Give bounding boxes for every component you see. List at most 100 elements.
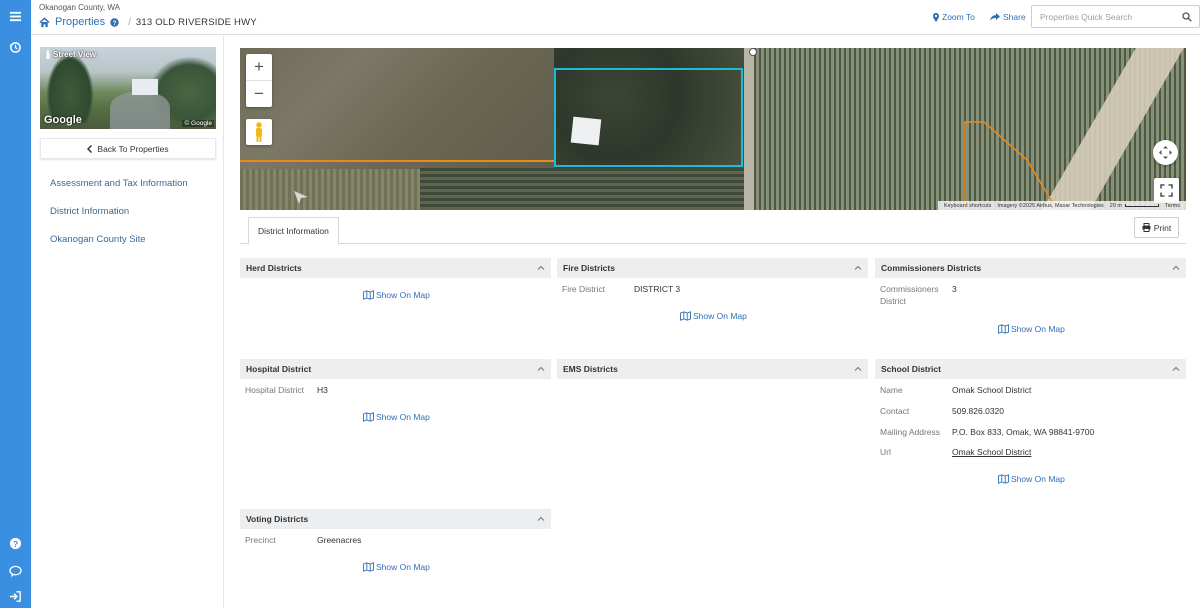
map-icon xyxy=(998,474,1009,484)
share-button[interactable]: Share xyxy=(990,12,1026,22)
show-on-map-button[interactable]: Show On Map xyxy=(363,290,430,300)
school-url-link[interactable]: Omak School District xyxy=(952,446,1031,458)
search-icon[interactable] xyxy=(1182,12,1192,22)
print-button[interactable]: Print xyxy=(1134,217,1179,238)
panel-title: Voting Districts xyxy=(246,514,309,524)
field-label: Url xyxy=(880,447,891,457)
pegman-button[interactable] xyxy=(246,119,272,145)
chevron-up-icon[interactable] xyxy=(537,515,545,523)
breadcrumb-properties[interactable]: Properties xyxy=(55,16,105,28)
left-rail: ? xyxy=(0,0,31,608)
sidebar: Street View Google © Google Back To Prop… xyxy=(31,36,224,608)
chevron-up-icon[interactable] xyxy=(1172,365,1180,373)
quick-search-input[interactable] xyxy=(1040,10,1170,24)
panel-title: Commissioners Districts xyxy=(881,263,982,273)
show-on-map-button[interactable]: Show On Map xyxy=(363,412,430,422)
nav-district-information[interactable]: District Information xyxy=(50,206,129,217)
menu-icon[interactable] xyxy=(0,5,31,27)
hospital-district-row: Hospital District H3 xyxy=(245,384,328,396)
zoom-in-button[interactable]: + xyxy=(246,54,272,80)
street-view-text: Street View xyxy=(53,50,96,59)
field-label: Hospital District xyxy=(245,385,305,395)
chevron-up-icon[interactable] xyxy=(1172,264,1180,272)
pegman-icon xyxy=(46,50,50,59)
zoom-to-button[interactable]: Zoom To xyxy=(933,12,975,22)
fullscreen-button[interactable] xyxy=(1154,178,1179,203)
history-icon[interactable] xyxy=(0,36,31,58)
field-value: Omak School District xyxy=(952,385,1032,395)
chat-icon[interactable] xyxy=(0,560,31,582)
chevron-up-icon[interactable] xyxy=(854,264,862,272)
rotate-map-button[interactable] xyxy=(1153,140,1178,165)
map-icon xyxy=(680,311,691,321)
field-value: Greenacres xyxy=(317,535,362,545)
voting-districts-panel: Voting Districts Precinct Greenacres Sho… xyxy=(240,509,551,589)
show-on-map-label: Show On Map xyxy=(376,562,430,572)
commissioners-districts-header[interactable]: Commissioners Districts xyxy=(875,258,1186,278)
ems-districts-header[interactable]: EMS Districts xyxy=(557,359,868,379)
header: Okanogan County, WA Properties ? / 313 O… xyxy=(31,0,1200,35)
map-pointer-marker xyxy=(294,191,308,204)
map-icon xyxy=(363,290,374,300)
show-on-map-label: Show On Map xyxy=(376,290,430,300)
show-on-map-label: Show On Map xyxy=(1011,474,1065,484)
map-pointer xyxy=(749,48,757,56)
school-district-header[interactable]: School District xyxy=(875,359,1186,379)
field-value: DISTRICT 3 xyxy=(634,284,681,294)
nav-assessment-tax[interactable]: Assessment and Tax Information xyxy=(50,178,188,189)
field-label: Fire District xyxy=(562,284,605,294)
breadcrumb-separator: / xyxy=(128,16,131,28)
field-value: 509.826.0320 xyxy=(952,406,1004,416)
scale-label: 20 m xyxy=(1109,202,1123,209)
show-on-map-button[interactable]: Show On Map xyxy=(998,474,1065,484)
map-marker-icon xyxy=(933,12,939,22)
chevron-up-icon[interactable] xyxy=(537,365,545,373)
share-label: Share xyxy=(1003,12,1026,22)
school-contact-row: Contact 509.826.0320 xyxy=(880,405,1004,417)
share-icon xyxy=(990,13,1000,21)
voting-districts-header[interactable]: Voting Districts xyxy=(240,509,551,529)
show-on-map-button[interactable]: Show On Map xyxy=(998,324,1065,334)
street-view-thumbnail[interactable]: Street View Google © Google xyxy=(40,47,216,129)
zoom-out-button[interactable]: − xyxy=(246,80,272,106)
scale-bar xyxy=(1125,204,1160,207)
map-scale[interactable]: 20 m xyxy=(1109,202,1160,209)
fire-districts-header[interactable]: Fire Districts xyxy=(557,258,868,278)
boundary-line xyxy=(240,160,554,162)
tab-bar: District Information Print xyxy=(240,216,1186,245)
show-on-map-button[interactable]: Show On Map xyxy=(680,311,747,321)
keyboard-shortcuts-link[interactable]: Keyboard shortcuts xyxy=(944,203,991,209)
tab-district-information[interactable]: District Information xyxy=(248,217,339,245)
chevron-up-icon[interactable] xyxy=(854,365,862,373)
hospital-district-panel: Hospital District Hospital District H3 S… xyxy=(240,359,551,439)
nav-okanogan-county-site[interactable]: Okanogan County Site xyxy=(50,234,146,245)
field-label: Commissioners District xyxy=(880,284,939,306)
hospital-district-header[interactable]: Hospital District xyxy=(240,359,551,379)
chevron-up-icon[interactable] xyxy=(537,264,545,272)
show-on-map-button[interactable]: Show On Map xyxy=(363,562,430,572)
herd-districts-header[interactable]: Herd Districts xyxy=(240,258,551,278)
fullscreen-icon xyxy=(1160,184,1173,197)
school-district-panel: School District Name Omak School Distric… xyxy=(875,359,1186,499)
google-logo: Google xyxy=(44,114,82,126)
home-icon[interactable] xyxy=(39,16,50,28)
terms-link[interactable]: Terms xyxy=(1165,203,1180,209)
field-label: Name xyxy=(880,385,903,395)
back-button-label: Back To Properties xyxy=(97,143,169,154)
map-imagery-part xyxy=(420,168,754,210)
adjacent-parcel-outline xyxy=(964,121,1058,210)
map-attribution: Keyboard shortcuts Imagery ©2025 Airbus,… xyxy=(938,201,1186,210)
sign-in-icon[interactable] xyxy=(0,585,31,607)
parcel-map[interactable]: + − Keyboard shortcuts Imagery ©2025 Air… xyxy=(240,48,1186,210)
help-icon[interactable]: ? xyxy=(110,17,119,27)
school-url-row: Url Omak School District xyxy=(880,446,1031,458)
map-icon xyxy=(363,412,374,422)
chevron-left-icon xyxy=(87,144,93,153)
back-to-properties-button[interactable]: Back To Properties xyxy=(40,138,216,159)
show-on-map-label: Show On Map xyxy=(1011,324,1065,334)
commissioners-districts-panel: Commissioners Districts Commissioners Di… xyxy=(875,258,1186,348)
quick-search xyxy=(1031,5,1200,28)
compass-arrows-icon xyxy=(1159,146,1172,159)
help-icon[interactable]: ? xyxy=(0,532,31,554)
street-view-label: Street View xyxy=(45,50,96,59)
